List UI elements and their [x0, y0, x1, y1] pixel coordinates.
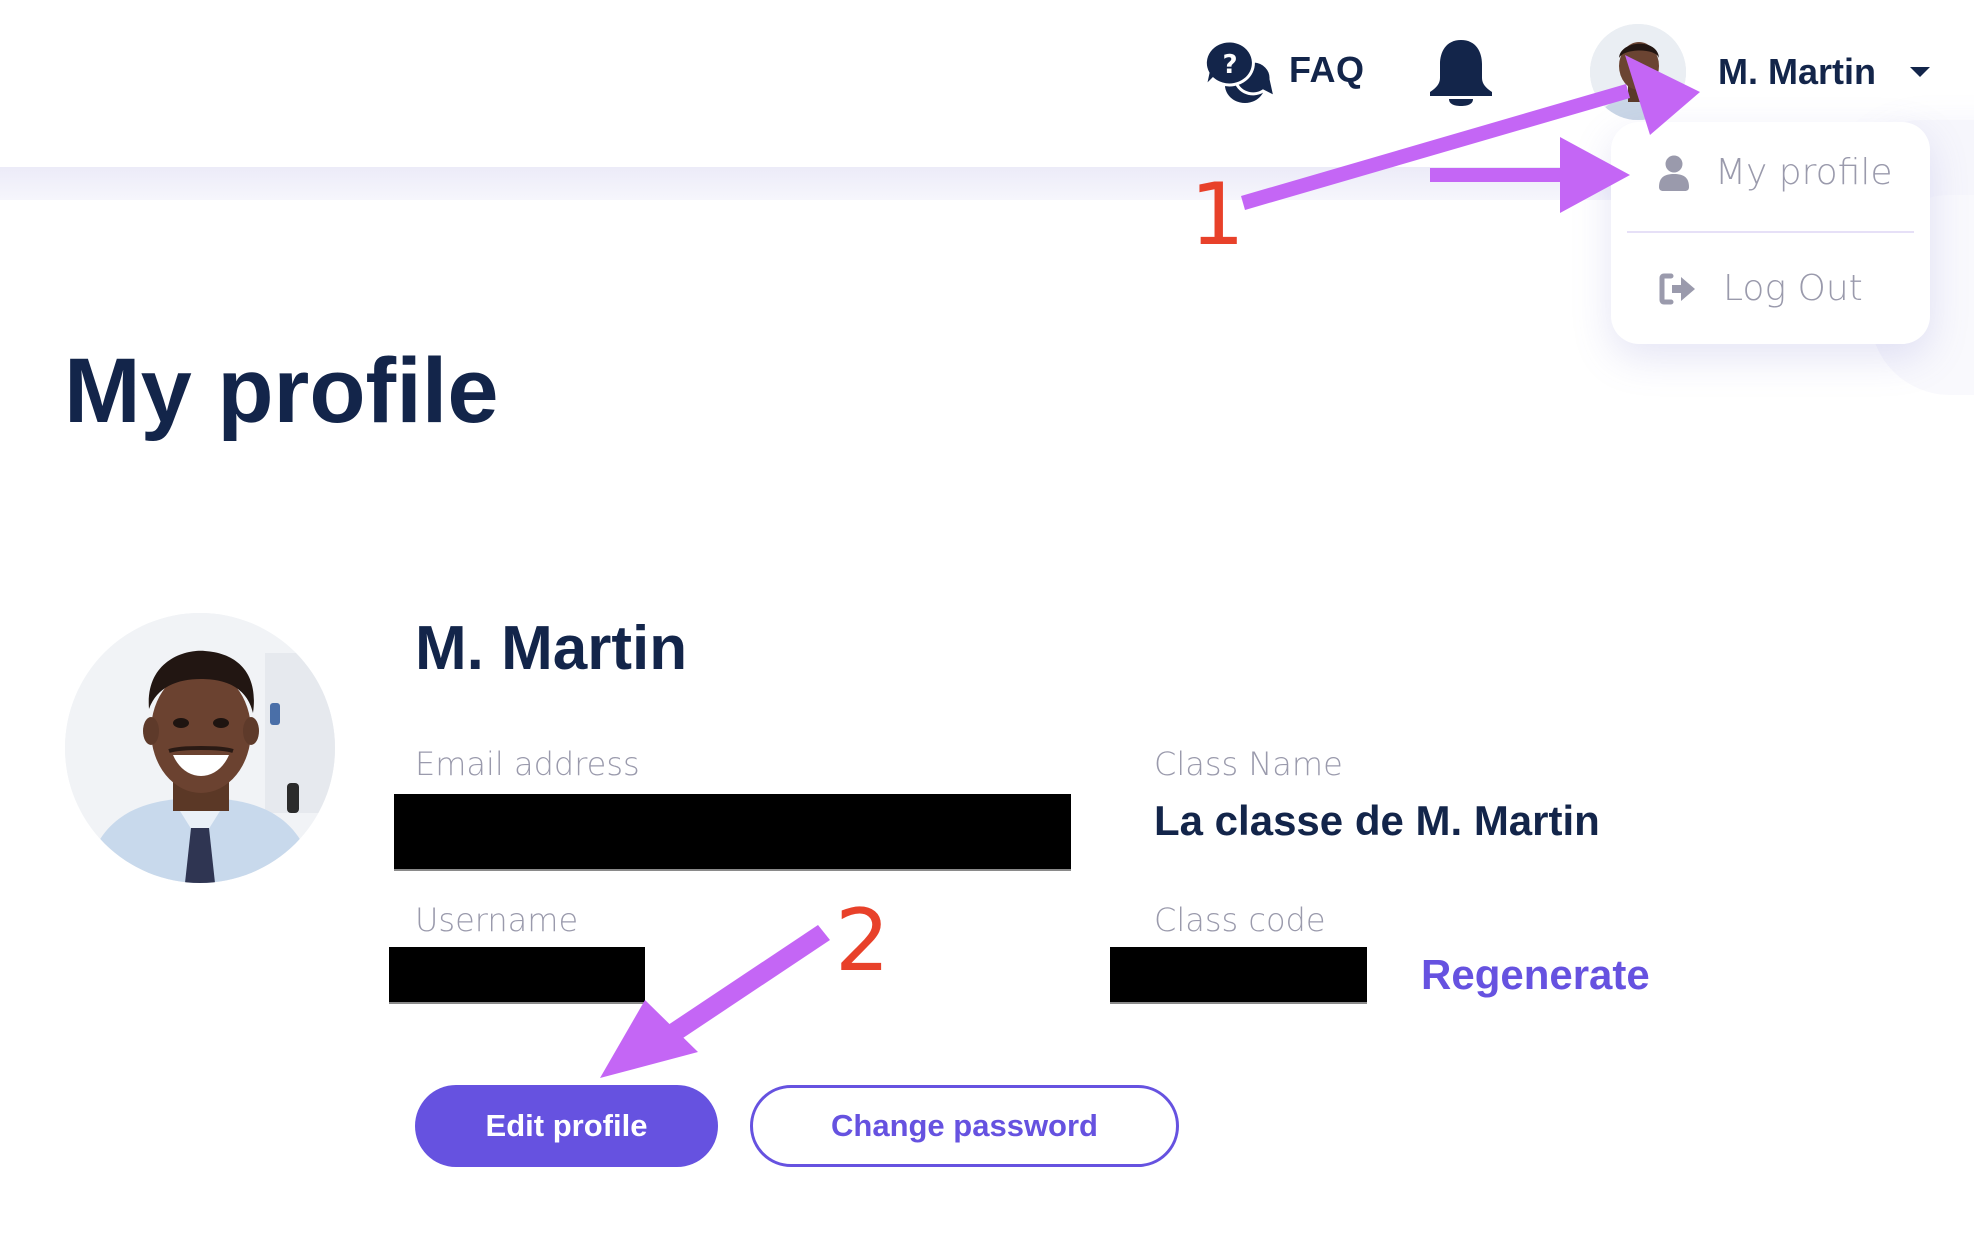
edit-profile-button[interactable]: Edit profile [415, 1085, 718, 1167]
username-value-redacted [389, 947, 645, 1004]
annotation-step-2: 2 [835, 891, 890, 991]
user-dropdown-menu: My profile Log Out [1611, 122, 1930, 344]
annotation-arrow [668, 925, 830, 1040]
svg-text:?: ? [1222, 50, 1237, 80]
profile-avatar [65, 613, 335, 883]
sign-out-icon [1659, 273, 1695, 304]
user-icon [1659, 155, 1689, 191]
class-code-value-redacted [1110, 947, 1367, 1004]
menu-item-my-profile[interactable]: My profile [1659, 152, 1893, 193]
class-name-value: La classe de M. Martin [1154, 797, 1600, 844]
email-value-redacted [394, 794, 1071, 871]
change-password-button[interactable]: Change password [750, 1085, 1179, 1167]
email-label: Email address [415, 745, 640, 783]
caret-down-icon [1910, 67, 1930, 77]
menu-divider [1627, 231, 1914, 233]
menu-item-label: Log Out [1723, 268, 1863, 309]
notifications-button[interactable] [1428, 38, 1494, 106]
user-photo [65, 613, 335, 883]
regenerate-class-code-link[interactable]: Regenerate [1421, 954, 1650, 996]
faq-label: FAQ [1289, 49, 1365, 90]
menu-item-label: My profile [1715, 152, 1893, 193]
annotation-step-1: 1 [1190, 165, 1245, 265]
faq-link[interactable]: ? FAQ [1205, 38, 1365, 103]
page-title: My profile [64, 340, 499, 442]
avatar [1590, 24, 1686, 120]
user-name: M. Martin [1718, 51, 1876, 92]
username-label: Username [415, 901, 579, 939]
user-photo [1590, 24, 1686, 120]
question-chat-bubbles-icon: ? [1205, 39, 1275, 103]
annotation-arrowhead [600, 1000, 698, 1078]
bell-icon [1430, 40, 1492, 106]
profile-name: M. Martin [415, 614, 688, 683]
menu-item-log-out[interactable]: Log Out [1659, 268, 1863, 309]
user-menu-toggle[interactable]: M. Martin [1590, 24, 1930, 120]
class-code-label: Class code [1154, 901, 1326, 939]
class-name-label: Class Name [1154, 745, 1343, 783]
